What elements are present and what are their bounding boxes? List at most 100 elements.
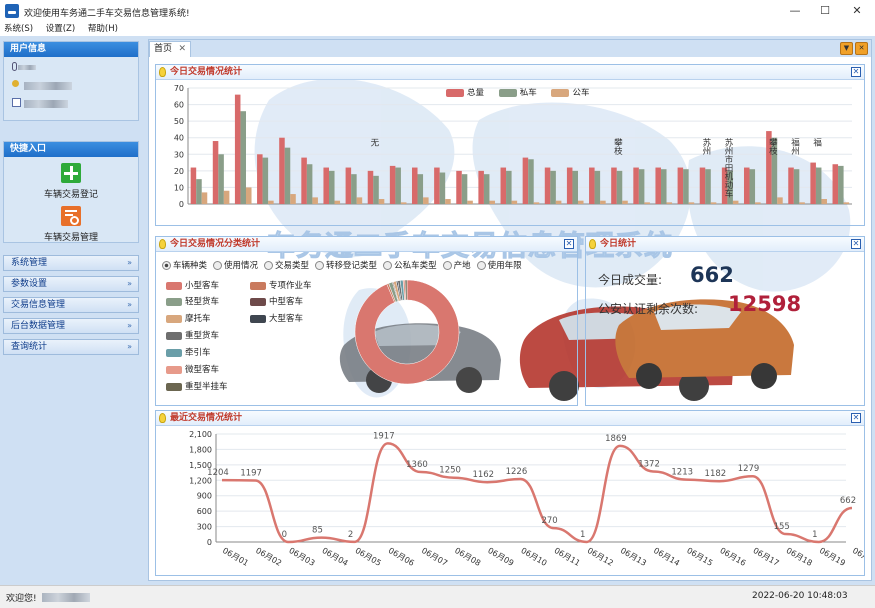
radio-label: 公私车类型 xyxy=(394,261,437,271)
pie-legend-item[interactable]: 微型客车 xyxy=(166,363,219,375)
close-icon[interactable]: ✕ xyxy=(178,42,186,57)
pie-legend-item[interactable]: 轻型货车 xyxy=(166,295,219,307)
status-welcome: 欢迎您! xyxy=(6,594,37,604)
line-chart: 03006009001,2001,5001,8002,100120406月011… xyxy=(189,430,864,568)
tab-close-all-button[interactable]: ✕ xyxy=(855,42,868,55)
key-icon xyxy=(12,80,19,87)
pie-legend-item[interactable]: 牵引车 xyxy=(166,346,211,358)
bar-公车 xyxy=(245,187,252,204)
today-stats-panel: 今日统计 ✕ 今日成交量: 662 公安认证剩余次数: 12598 xyxy=(585,236,865,406)
bar-总量 xyxy=(345,167,352,204)
legend-label: 大型客车 xyxy=(269,314,304,324)
close-icon[interactable]: ✕ xyxy=(564,239,574,249)
radio-3[interactable]: 转移登记类型 xyxy=(315,261,377,271)
redacted-text xyxy=(24,82,72,90)
bar-公车 xyxy=(312,197,318,204)
close-icon[interactable]: ✕ xyxy=(851,239,861,249)
pie-chart xyxy=(354,279,460,385)
radio-2[interactable]: 交易类型 xyxy=(264,261,309,271)
x-category-label: 攀枝 xyxy=(612,137,622,156)
menu-help[interactable]: 帮助(H) xyxy=(88,22,118,36)
x-tick-label: 06月05 xyxy=(354,546,383,568)
legend-swatch xyxy=(250,297,266,306)
radio-4[interactable]: 公私车类型 xyxy=(383,261,437,271)
bar-总量 xyxy=(788,167,794,204)
menu-system[interactable]: 系统(S) xyxy=(4,22,33,36)
bar-总量 xyxy=(478,170,484,204)
quick-trade-manage-label: 车辆交易管理 xyxy=(43,233,98,243)
bar-私车 xyxy=(373,175,379,204)
x-category-label: 福州 xyxy=(789,137,799,155)
bar-总量 xyxy=(434,167,440,204)
data-label: 1360 xyxy=(406,460,428,470)
nav-trade-info-management[interactable]: 交易信息管理 » xyxy=(3,297,139,313)
today-trade-title: 今日交易情况统计 xyxy=(170,67,243,77)
data-label: 1279 xyxy=(738,464,760,474)
maximize-button[interactable]: ☐ xyxy=(810,3,840,19)
radio-button-icon[interactable] xyxy=(213,261,223,270)
radio-label: 转移登记类型 xyxy=(326,261,378,271)
chevron-down-icon: » xyxy=(127,279,132,288)
bar-私车 xyxy=(306,164,313,204)
quick-trade-manage[interactable]: 车辆交易管理 xyxy=(4,206,138,243)
menu-bar: 系统(S) 设置(Z) 帮助(H) xyxy=(0,22,875,36)
radio-button-icon[interactable] xyxy=(383,261,393,270)
pie-legend-item[interactable]: 小型客车 xyxy=(166,279,219,291)
redacted-username xyxy=(42,593,90,602)
close-button[interactable]: ✕ xyxy=(842,3,872,19)
radio-0[interactable]: 车辆种类 xyxy=(162,261,207,271)
pie-legend-item[interactable]: 摩托车 xyxy=(166,312,211,324)
today-trade-header: 今日交易情况统计 ✕ xyxy=(156,65,864,80)
x-tick-label: 06月01 xyxy=(221,546,250,568)
x-category-label: 苏州市田机动车 xyxy=(723,137,733,198)
radio-button-icon[interactable] xyxy=(264,261,274,270)
sidebar: 用户信息 快捷入口 车辆交易登记 车辆交易管理 系统管理 » 参数设置 » 交易… xyxy=(3,41,139,581)
bar-公车 xyxy=(378,199,385,204)
close-icon[interactable]: ✕ xyxy=(851,413,861,423)
nav-system-management[interactable]: 系统管理 » xyxy=(3,255,139,271)
radio-button-icon[interactable] xyxy=(162,261,171,270)
nav-backend-data-management[interactable]: 后台数据管理 » xyxy=(3,318,139,334)
quick-trade-register[interactable]: 车辆交易登记 xyxy=(4,163,138,200)
pie-legend-item[interactable]: 中型客车 xyxy=(250,295,303,307)
bar-私车 xyxy=(638,169,645,204)
pie-legend-item[interactable]: 大型客车 xyxy=(250,312,303,324)
lightbulb-icon xyxy=(589,239,596,249)
pie-legend-item[interactable]: 专项作业车 xyxy=(250,279,312,291)
x-tick-label: 06月18 xyxy=(785,546,814,568)
radio-5[interactable]: 产地 xyxy=(442,261,471,271)
redacted-text xyxy=(24,100,68,108)
tab-home[interactable]: 首页 ✕ xyxy=(149,41,191,57)
content-area: 用户信息 快捷入口 车辆交易登记 车辆交易管理 系统管理 » 参数设置 » 交易… xyxy=(0,36,875,585)
y-tick-label: 50 xyxy=(174,117,184,126)
x-category-label: 福 xyxy=(812,137,822,147)
nav-parameter-settings[interactable]: 参数设置 » xyxy=(3,276,139,292)
radio-button-icon[interactable] xyxy=(442,261,452,270)
bar-私车 xyxy=(483,174,490,204)
tab-dropdown-button[interactable]: ▼ xyxy=(840,42,853,55)
nav-query-statistics[interactable]: 查询统计 » xyxy=(3,339,139,355)
close-icon[interactable]: ✕ xyxy=(851,67,861,77)
radio-button-icon[interactable] xyxy=(476,261,486,270)
chevron-down-icon: » xyxy=(127,321,132,330)
legend-swatch xyxy=(166,382,182,391)
data-label: 1213 xyxy=(671,468,693,478)
bar-总量 xyxy=(389,165,396,204)
y-tick-label: 300 xyxy=(197,523,212,532)
legend-swatch xyxy=(250,281,266,290)
radio-6[interactable]: 使用年限 xyxy=(476,261,522,271)
radio-button-icon[interactable] xyxy=(315,261,325,270)
bar-总量 xyxy=(589,167,595,204)
x-tick-label: 06月17 xyxy=(752,546,781,568)
y-tick-label: 0 xyxy=(179,200,184,209)
bar-公车 xyxy=(688,202,695,204)
bar-总量 xyxy=(699,167,706,204)
minimize-button[interactable]: — xyxy=(780,3,810,19)
radio-1[interactable]: 使用情况 xyxy=(213,261,258,271)
bar-私车 xyxy=(793,169,800,204)
x-tick-label: 06月07 xyxy=(420,546,449,568)
pie-legend-item[interactable]: 重型半挂车 xyxy=(166,380,228,392)
menu-settings[interactable]: 设置(Z) xyxy=(46,22,75,36)
bar-总量 xyxy=(323,167,329,204)
pie-legend-item[interactable]: 重型货车 xyxy=(166,329,219,341)
